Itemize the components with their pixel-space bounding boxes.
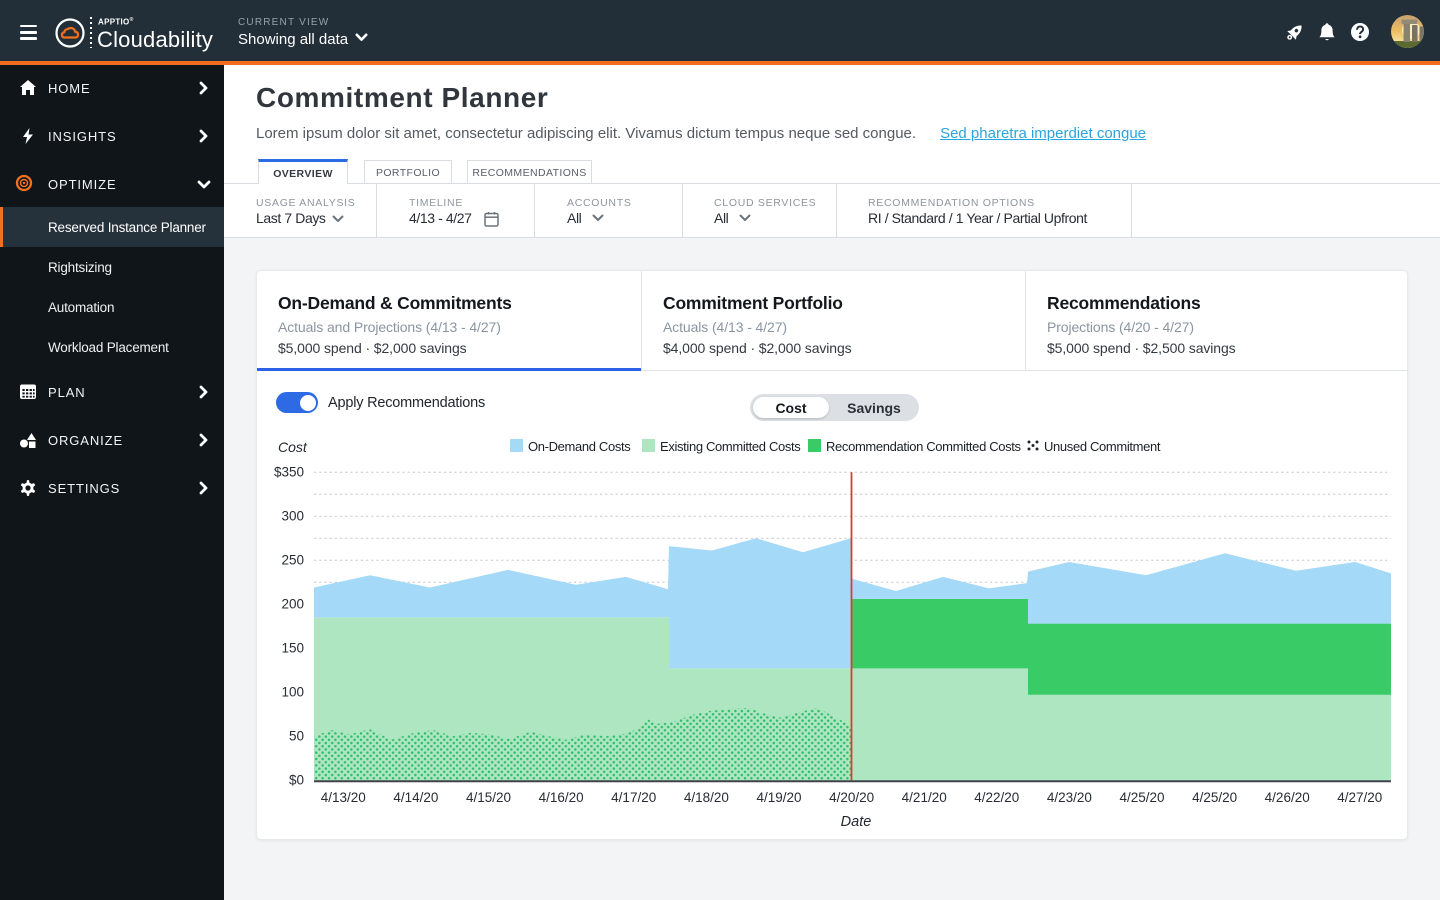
svg-text:4/27/20: 4/27/20 bbox=[1337, 790, 1382, 805]
svg-text:$350: $350 bbox=[274, 465, 304, 480]
svg-text:4/19/20: 4/19/20 bbox=[756, 790, 801, 805]
svg-text:4/13/20: 4/13/20 bbox=[321, 790, 366, 805]
svg-text:4/14/20: 4/14/20 bbox=[393, 790, 438, 805]
svg-text:4/22/20: 4/22/20 bbox=[974, 790, 1019, 805]
svg-text:4/25/20: 4/25/20 bbox=[1192, 790, 1237, 805]
svg-text:200: 200 bbox=[281, 597, 304, 612]
svg-text:4/18/20: 4/18/20 bbox=[684, 790, 729, 805]
svg-text:150: 150 bbox=[281, 641, 304, 656]
svg-text:250: 250 bbox=[281, 553, 304, 568]
svg-text:300: 300 bbox=[281, 509, 304, 524]
svg-text:4/15/20: 4/15/20 bbox=[466, 790, 511, 805]
svg-text:$0: $0 bbox=[289, 773, 304, 788]
svg-text:4/17/20: 4/17/20 bbox=[611, 790, 656, 805]
svg-text:100: 100 bbox=[281, 685, 304, 700]
svg-text:4/21/20: 4/21/20 bbox=[902, 790, 947, 805]
svg-text:4/23/20: 4/23/20 bbox=[1047, 790, 1092, 805]
svg-text:4/25/20: 4/25/20 bbox=[1119, 790, 1164, 805]
svg-text:4/16/20: 4/16/20 bbox=[539, 790, 584, 805]
svg-text:50: 50 bbox=[289, 729, 304, 744]
svg-text:Date: Date bbox=[841, 814, 872, 830]
svg-text:4/20/20: 4/20/20 bbox=[829, 790, 874, 805]
svg-text:4/26/20: 4/26/20 bbox=[1265, 790, 1310, 805]
